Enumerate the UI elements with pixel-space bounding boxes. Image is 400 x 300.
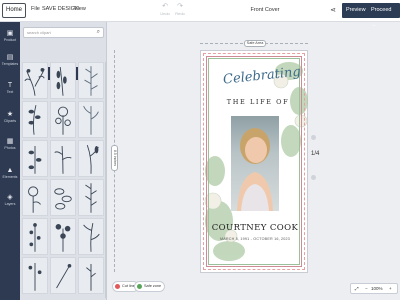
panel-scrollbar[interactable] xyxy=(105,62,107,298)
cut-line-dot xyxy=(115,284,120,289)
clipart-thumbnail[interactable] xyxy=(50,179,76,216)
search-placeholder: search clipart xyxy=(27,30,51,35)
clipart-thumbnail[interactable] xyxy=(78,257,104,294)
clipart-thumbnail[interactable] xyxy=(50,218,76,255)
page-indicator: 1/4 xyxy=(311,151,320,157)
clipart-thumbnail[interactable] xyxy=(22,101,48,138)
product-icon: ▣ xyxy=(6,30,14,37)
search-input[interactable]: search clipart ⌕ xyxy=(23,27,104,38)
clipart-thumbnail[interactable] xyxy=(50,257,76,294)
nav-product-label: Product xyxy=(3,38,17,42)
height-ruler: 8.5 inches xyxy=(110,50,118,272)
clipart-thumbnail[interactable] xyxy=(22,140,48,177)
arrow-right-icon: → xyxy=(371,22,377,28)
nav-photos-label: Photos xyxy=(4,146,16,150)
preview-label: Preview xyxy=(346,7,366,13)
zoom-in-button[interactable]: + xyxy=(389,284,392,293)
clipart-thumbnail[interactable] xyxy=(78,62,104,99)
nav-photos[interactable]: ▦ Photos xyxy=(0,138,20,151)
text-icon: T xyxy=(7,82,13,89)
cut-line-label: Cut line xyxy=(122,284,135,288)
shapes-icon: ▲ xyxy=(6,167,14,174)
nav-elements[interactable]: ▲ Elements xyxy=(0,167,20,180)
layers-icon: ◈ xyxy=(7,194,13,201)
cover-subtitle[interactable]: THE LIFE OF xyxy=(223,98,293,106)
image-icon: ▦ xyxy=(6,138,14,145)
cover-name[interactable]: COURTNEY COOK xyxy=(211,223,299,233)
undo-label: Undo xyxy=(160,11,170,16)
document-title: Front Cover xyxy=(250,7,280,13)
fit-screen-icon[interactable]: ⤢ xyxy=(355,284,359,293)
proceed-button[interactable]: Proceed → xyxy=(367,3,400,28)
nav-templates[interactable]: ▤ Templates xyxy=(0,54,20,67)
home-button[interactable]: Home xyxy=(2,3,27,18)
templates-icon: ▤ xyxy=(6,54,14,61)
proceed-label: Proceed xyxy=(371,7,392,13)
safe-zone-toggle[interactable]: Safe zone xyxy=(134,281,166,292)
undo-icon: ↶ xyxy=(162,3,168,10)
menu-file[interactable]: File xyxy=(31,6,40,12)
nav-templates-label: Templates xyxy=(1,62,19,66)
safe-zone-label: Safe zone xyxy=(144,284,162,288)
nav-elements-label: Elements xyxy=(2,175,18,179)
redo-button[interactable]: ↷ Redo xyxy=(172,3,188,16)
clipart-thumbnail[interactable] xyxy=(78,101,104,138)
clipart-thumbnail[interactable] xyxy=(22,218,48,255)
nav-cliparts-label: Cliparts xyxy=(3,119,17,123)
zoom-control: ⤢ − 100% + xyxy=(350,283,398,294)
top-toolbar: Home File SAVE DESIGN View ↶ Undo ↷ Redo… xyxy=(0,0,400,28)
clipart-thumbnail[interactable] xyxy=(78,140,104,177)
clipart-thumbnail[interactable] xyxy=(78,218,104,255)
nav-text[interactable]: T Text xyxy=(0,82,20,95)
nav-cliparts[interactable]: ★ Cliparts xyxy=(0,111,20,124)
clipart-thumbnail[interactable] xyxy=(50,101,76,138)
clipart-thumbnail[interactable] xyxy=(50,140,76,177)
nav-layers-label: Layers xyxy=(4,202,16,206)
clipart-thumbnail[interactable] xyxy=(22,257,48,294)
share-icon[interactable]: ⋖ xyxy=(327,4,339,17)
left-navigation: ▣ Product ▤ Templates T Text ★ Cliparts … xyxy=(0,22,20,300)
clipart-thumbnail[interactable] xyxy=(50,62,76,99)
page-nav-up[interactable] xyxy=(311,135,316,140)
size-label: 8.5 inches xyxy=(111,145,118,171)
width-ruler: Safe Area xyxy=(200,39,308,48)
clipart-thumbnail[interactable] xyxy=(22,62,48,99)
clipart-grid xyxy=(22,62,106,298)
design-page[interactable]: Celebrating THE LIFE OF COURTNEY COOK MA… xyxy=(200,50,308,273)
cover-dates[interactable]: MARCH 5, 1991 - OCTOBER 16, 2023 xyxy=(211,237,299,241)
zoom-level: 100% xyxy=(371,286,383,291)
redo-label: Redo xyxy=(175,11,185,16)
menu-view[interactable]: View xyxy=(74,6,86,12)
safe-area-label: Safe Area xyxy=(244,40,266,47)
page-nav-down[interactable] xyxy=(311,175,316,180)
star-icon: ★ xyxy=(6,111,14,118)
portrait-photo[interactable] xyxy=(231,116,279,211)
nav-text-label: Text xyxy=(6,90,14,94)
zoom-out-button[interactable]: − xyxy=(365,284,368,293)
safe-zone-dot xyxy=(137,284,142,289)
nav-product[interactable]: ▣ Product xyxy=(0,30,20,43)
clipart-thumbnail[interactable] xyxy=(22,179,48,216)
redo-icon: ↷ xyxy=(177,3,183,10)
undo-button[interactable]: ↶ Undo xyxy=(157,3,173,16)
clipart-thumbnail[interactable] xyxy=(78,179,104,216)
nav-layers[interactable]: ◈ Layers xyxy=(0,194,20,207)
search-icon: ⌕ xyxy=(96,29,100,35)
